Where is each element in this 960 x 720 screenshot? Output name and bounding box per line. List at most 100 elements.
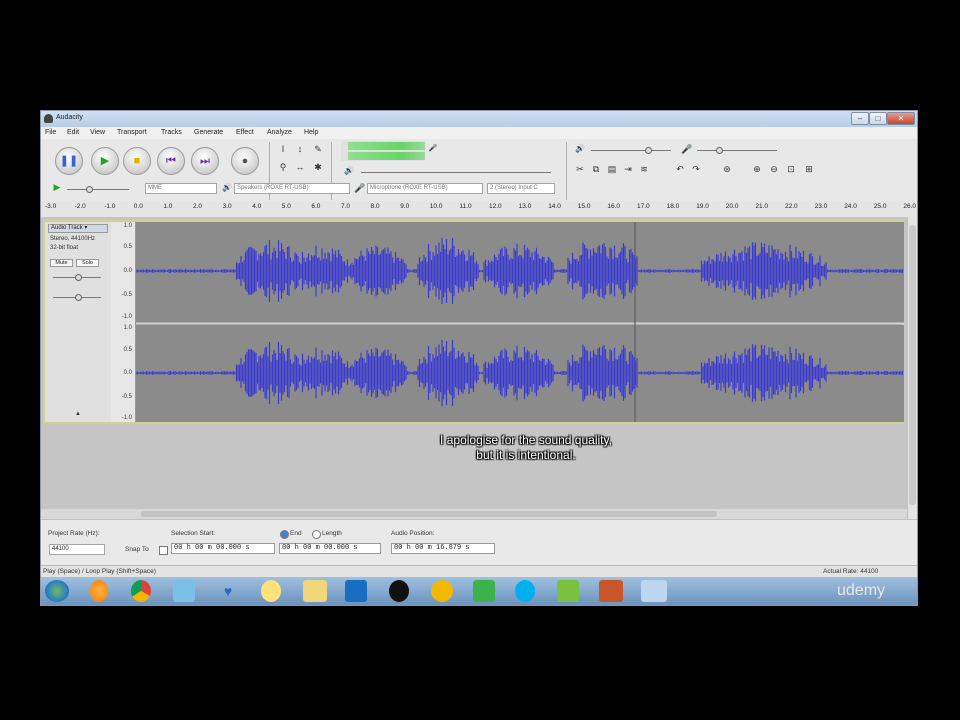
track-name-menu[interactable]: Audio Track ▾: [48, 224, 108, 233]
toolbar: ❚❚ ▶ ■ ⏮ ⏭ ● I ↕ ✎ ⚲ ↔ ✱ 🎤 🔊 🔊 🎤 ✂ ⧉ ▤ ⇥…: [41, 139, 917, 207]
solo-button[interactable]: Solo: [76, 259, 99, 267]
recording-meter[interactable]: [341, 141, 425, 161]
envelope-tool-icon[interactable]: ↕: [294, 143, 306, 155]
mic-meter-icon[interactable]: 🎤: [427, 143, 439, 155]
play-button[interactable]: ▶: [91, 147, 119, 175]
scale-neg-1: -1.0: [121, 314, 132, 320]
outlook-icon[interactable]: [345, 580, 367, 602]
record-button[interactable]: ●: [231, 147, 259, 175]
maximize-button[interactable]: □: [869, 112, 887, 125]
menu-transport[interactable]: Transport: [117, 129, 147, 136]
minimize-button[interactable]: –: [851, 112, 869, 125]
menu-edit[interactable]: Edit: [67, 129, 79, 136]
speaker-meter-icon[interactable]: 🔊: [343, 165, 355, 177]
vertical-scrollbar[interactable]: [907, 217, 917, 519]
paste-icon[interactable]: ▤: [606, 163, 618, 175]
camtasia-icon[interactable]: [473, 580, 495, 602]
input-channels-select[interactable]: 2 (Stereo) Input C: [487, 183, 555, 194]
menu-help[interactable]: Help: [304, 129, 318, 136]
horizontal-scrollbar[interactable]: [41, 509, 907, 519]
timeshift-tool-icon[interactable]: ↔: [294, 161, 306, 173]
selection-tool-icon[interactable]: I: [277, 143, 289, 155]
messenger-icon[interactable]: [261, 580, 281, 602]
media-icon[interactable]: [389, 580, 409, 602]
horizontal-scroll-thumb[interactable]: [141, 511, 717, 517]
output-device-select[interactable]: Speakers (ROXE RT-USB): [234, 183, 350, 194]
selection-start-field[interactable]: 00 h 00 m 00.000 s: [171, 543, 275, 554]
end-radio[interactable]: [280, 530, 289, 539]
start-button[interactable]: [45, 580, 69, 602]
waveform[interactable]: [136, 222, 904, 422]
fit-selection-icon[interactable]: ⊡: [785, 163, 797, 175]
stop-button[interactable]: ■: [123, 147, 151, 175]
play-speed-knob[interactable]: [86, 186, 93, 193]
undo-icon[interactable]: ↶: [674, 163, 686, 175]
zoom-tool-icon[interactable]: ⚲: [277, 161, 289, 173]
project-rate-select[interactable]: 44100: [49, 544, 105, 555]
audio-track[interactable]: Audio Track ▾ Stereo, 44100Hz 32-bit flo…: [43, 220, 904, 424]
gain-knob[interactable]: [75, 274, 82, 281]
network-icon[interactable]: [173, 580, 195, 602]
menu-analyze[interactable]: Analyze: [267, 129, 292, 136]
menu-generate[interactable]: Generate: [194, 129, 223, 136]
silence-icon[interactable]: ≋: [638, 163, 650, 175]
play-at-speed-icon[interactable]: ▶: [51, 181, 63, 193]
explorer-icon[interactable]: [303, 580, 327, 602]
input-device-icon: 🎤: [354, 183, 366, 193]
audacity-taskbar-icon[interactable]: [431, 580, 453, 602]
snap-to-checkbox[interactable]: [159, 546, 168, 555]
playback-volume-slider[interactable]: [591, 150, 671, 151]
vertical-scroll-thumb[interactable]: [909, 225, 916, 505]
zoom-out-icon[interactable]: ⊖: [768, 163, 780, 175]
firefox-icon[interactable]: [90, 580, 108, 602]
title-bar: Audacity – □ ✕: [41, 111, 917, 127]
redo-icon[interactable]: ↷: [690, 163, 702, 175]
input-device-select[interactable]: Microphone (ROXE RT-USB): [367, 183, 483, 194]
fit-project-icon[interactable]: ⊞: [803, 163, 815, 175]
play-speed-slider[interactable]: [67, 189, 129, 190]
upwork-icon[interactable]: [557, 580, 579, 602]
close-button[interactable]: ✕: [887, 112, 915, 125]
menu-file[interactable]: File: [45, 129, 56, 136]
menu-view[interactable]: View: [90, 129, 105, 136]
timeline-ruler[interactable]: -3.0 -2.0 -1.0 0.0 1.0 2.0 3.0 4.0 5.0 6.0 7.0 8.0 9…: [41, 201, 917, 218]
timeline-tick: 14.0: [548, 203, 561, 210]
window-preview-icon[interactable]: [641, 580, 667, 602]
pause-button[interactable]: ❚❚: [55, 147, 83, 175]
pan-knob[interactable]: [75, 294, 82, 301]
menu-tracks[interactable]: Tracks: [161, 129, 182, 136]
twitter-icon[interactable]: ♥: [219, 580, 237, 602]
app-icon[interactable]: [599, 580, 623, 602]
chrome-icon[interactable]: [131, 580, 151, 602]
multi-tool-icon[interactable]: ✱: [312, 161, 324, 173]
sync-lock-icon[interactable]: ⊛: [721, 163, 733, 175]
recording-volume-knob[interactable]: [716, 147, 723, 154]
timeline-tick: -2.0: [74, 203, 86, 210]
zoom-in-icon[interactable]: ⊕: [751, 163, 763, 175]
skype-icon[interactable]: [515, 580, 535, 602]
timeline-tick: 25.0: [873, 203, 887, 210]
audio-host-select[interactable]: MME: [145, 183, 217, 194]
skip-start-button[interactable]: ⏮: [157, 147, 185, 175]
cut-icon[interactable]: ✂: [574, 163, 586, 175]
playback-volume-knob[interactable]: [645, 147, 652, 154]
length-radio[interactable]: [312, 530, 321, 539]
collapse-track-icon[interactable]: ▲: [72, 408, 84, 420]
mute-button[interactable]: Mute: [50, 259, 73, 267]
status-right-text: Actual Rate: 44100: [823, 568, 879, 575]
timeline-tick: 21.0: [755, 203, 769, 210]
caption-line-1: I apologise for the sound quality,: [440, 433, 612, 447]
system-tray[interactable]: [771, 585, 831, 595]
menu-bar: File Edit View Transport Tracks Generate…: [41, 127, 917, 139]
audio-position-field[interactable]: 00 h 00 m 16.879 s: [391, 543, 495, 554]
menu-effect[interactable]: Effect: [236, 129, 254, 136]
copy-icon[interactable]: ⧉: [590, 163, 602, 175]
skip-end-button[interactable]: ⏭: [191, 147, 219, 175]
selection-end-field[interactable]: 00 h 00 m 00.000 s: [279, 543, 381, 554]
udemy-watermark: udemy: [837, 582, 886, 599]
recording-volume-slider[interactable]: [697, 150, 777, 151]
draw-tool-icon[interactable]: ✎: [312, 143, 324, 155]
trim-icon[interactable]: ⇥: [622, 163, 634, 175]
timeline-tick: 7.0: [341, 203, 351, 210]
timeline-tick: 15.0: [577, 203, 591, 210]
